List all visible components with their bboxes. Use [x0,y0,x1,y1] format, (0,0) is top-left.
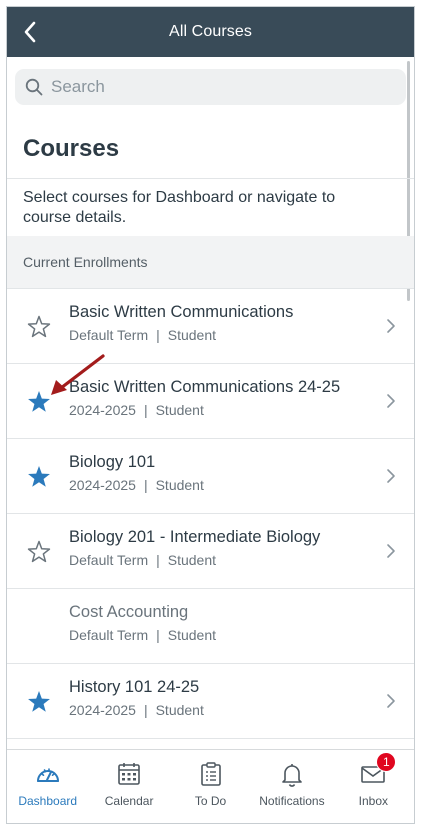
star-outline-icon[interactable] [26,540,52,564]
course-role: Student [155,477,204,493]
tab-notifications[interactable]: Notifications [251,750,332,823]
course-meta: Default Term | Student [69,627,216,643]
search-icon [25,78,43,96]
tab-inbox[interactable]: Inbox 1 [333,750,414,823]
course-name: Biology 201 - Intermediate Biology [69,528,321,546]
courses-heading: Courses [23,135,120,162]
course-row: Cost Accounting Default Term | Student [7,589,414,664]
course-role: Student [167,327,217,343]
unread-badge: 1 [376,752,397,772]
search-input[interactable] [51,77,371,97]
tab-bar: Dashboard Calendar To Do Notifications Inbox… [7,749,414,823]
course-name: Basic Written Communications 24-25 [69,378,341,396]
section-header: Current Enrollments [7,236,414,289]
section-title: Current Enrollments [23,254,148,270]
search-field[interactable] [15,69,406,105]
course-role: Student [155,402,204,418]
tab-label: Inbox [358,794,388,808]
star-filled-icon[interactable] [26,465,52,489]
chevron-left-icon [24,21,36,43]
course-role: Student [155,702,204,718]
meta-separator: | [156,552,160,568]
page-title: All Courses [169,23,252,40]
course-meta: 2024-2025 | Student [69,477,204,493]
back-button[interactable] [17,19,43,45]
meta-separator: | [156,627,160,643]
course-meta: Default Term | Student [69,552,216,568]
course-role: Student [167,552,217,568]
meta-separator: | [143,402,148,418]
dashboard-icon [34,760,62,788]
course-row[interactable]: History 101 24-25 2024-2025 | Student [7,664,414,739]
course-row[interactable]: Biology 201 - Intermediate Biology Defaul… [7,514,414,589]
course-meta: 2024-2025 | Student [69,702,204,718]
course-name: History 101 24-25 [69,678,200,696]
nav-bar: All Courses [7,7,414,57]
tab-label: Notifications [259,794,325,808]
course-term: 2024-2025 [69,702,136,718]
course-term: Default Term [69,627,149,643]
tab-dashboard[interactable]: Dashboard [7,750,88,823]
course-term: Default Term [69,552,149,568]
meta-separator: | [143,477,148,493]
course-role: Student [167,627,217,643]
chevron-right-icon [387,319,395,333]
chevron-right-icon [387,544,395,558]
meta-separator: | [156,327,160,343]
tab-to-do[interactable]: To Do [170,750,251,823]
bell-icon [278,760,306,788]
tab-label: To Do [194,794,227,808]
tab-label: Dashboard [18,794,78,808]
course-term: 2024-2025 [69,477,136,493]
tab-calendar[interactable]: Calendar [88,750,169,823]
chevron-right-icon [387,469,395,483]
courses-description: Select courses for Dashboard or navigate… [23,189,336,226]
annotation-arrow [51,354,105,395]
course-meta: 2024-2025 | Student [69,402,204,418]
app-frame: All Courses Courses Select courses for D… [6,6,415,824]
star-outline-icon[interactable] [26,315,52,339]
calendar-icon [115,760,143,788]
chevron-right-icon [387,694,395,708]
course-term: 2024-2025 [69,402,136,418]
todo-icon [197,760,225,788]
divider [7,178,414,179]
course-name: Biology 101 [69,453,156,471]
course-meta: Default Term | Student [69,327,216,343]
chevron-right-icon [387,394,395,408]
course-name: Basic Written Communications [69,303,294,321]
course-term: Default Term [69,327,149,343]
course-name: Cost Accounting [69,603,189,621]
star-filled-icon[interactable] [26,690,52,714]
search-bar [15,69,406,105]
course-row[interactable]: Biology 101 2024-2025 | Student [7,439,414,514]
tab-label: Calendar [104,794,154,808]
meta-separator: | [143,702,148,718]
